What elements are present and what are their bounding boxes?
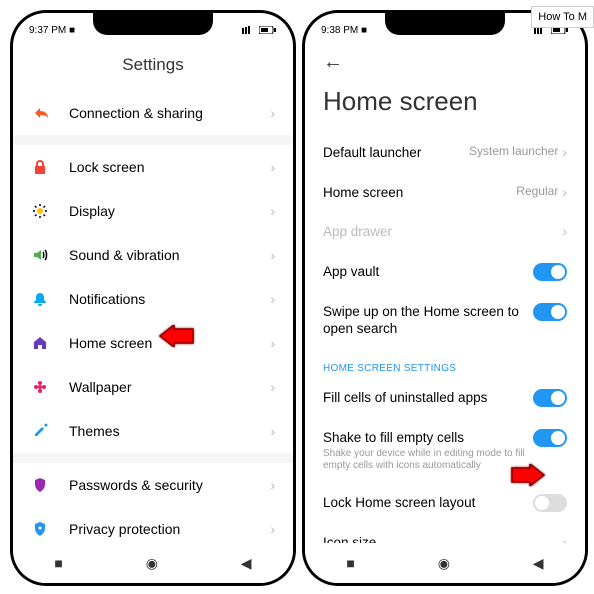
toggle[interactable] — [533, 263, 567, 281]
chevron-icon: › — [270, 335, 275, 351]
settings-row[interactable]: App vault — [305, 252, 585, 292]
row-label: Shake to fill empty cellsShake your devi… — [323, 429, 525, 473]
home-icon — [31, 334, 49, 352]
row-label: Wallpaper — [69, 379, 270, 395]
row-label: Home screen — [323, 184, 516, 202]
chevron-icon: › — [562, 184, 567, 200]
row-subtitle: Shake your device while in editing mode … — [323, 448, 525, 472]
chevron-icon: › — [270, 203, 275, 219]
row-value: Regular — [516, 184, 558, 198]
row-label: Default launcher — [323, 144, 469, 162]
privacy-icon — [31, 520, 49, 538]
notch — [385, 13, 505, 35]
settings-row-shield[interactable]: Passwords & security › — [13, 463, 293, 507]
settings-row-bell[interactable]: Notifications › — [13, 277, 293, 321]
share-icon — [31, 104, 49, 122]
settings-row[interactable]: Home screen Regular › — [305, 173, 585, 213]
settings-row-brush[interactable]: Themes › — [13, 409, 293, 453]
chevron-icon: › — [562, 144, 567, 160]
phone-left: 9:37 PM ■ Settings Connection & sharing … — [10, 10, 296, 586]
row-label: Notifications — [69, 291, 270, 307]
row-label: Lock screen — [69, 159, 270, 175]
chevron-icon: › — [270, 105, 275, 121]
sun-icon — [31, 202, 49, 220]
page-title: Home screen — [305, 80, 585, 133]
row-label: App drawer — [323, 223, 562, 241]
settings-row[interactable]: Fill cells of uninstalled apps — [305, 378, 585, 418]
brush-icon — [31, 422, 49, 440]
row-label: Lock Home screen layout — [323, 494, 525, 512]
chevron-icon: › — [562, 223, 567, 239]
nav-home[interactable]: ◉ — [146, 555, 158, 572]
chevron-icon: › — [270, 477, 275, 493]
settings-row[interactable]: Default launcher System launcher › — [305, 133, 585, 173]
settings-row[interactable]: Shake to fill empty cellsShake your devi… — [305, 418, 585, 484]
sound-icon — [31, 246, 49, 264]
flower-icon — [31, 378, 49, 396]
row-label: Sound & vibration — [69, 247, 270, 263]
toggle[interactable] — [533, 494, 567, 512]
toggle[interactable] — [533, 303, 567, 321]
toggle[interactable] — [533, 389, 567, 407]
overlay-badge: How To M — [531, 6, 594, 28]
row-label: Home screen — [69, 335, 270, 351]
row-label: Privacy protection — [69, 521, 270, 537]
chevron-icon: › — [270, 159, 275, 175]
settings-row-flower[interactable]: Wallpaper › — [13, 365, 293, 409]
row-label: Themes — [69, 423, 270, 439]
settings-row-lock[interactable]: Lock screen › — [13, 145, 293, 189]
chevron-icon: › — [270, 423, 275, 439]
nav-bar: ■ ◉ ◀ — [13, 543, 293, 583]
toggle[interactable] — [533, 429, 567, 447]
settings-row[interactable]: App drawer › — [305, 212, 585, 252]
page-title: Settings — [13, 41, 293, 91]
settings-row-sun[interactable]: Display › — [13, 189, 293, 233]
phone-right: 9:38 PM ■ ← Home screen Default launcher… — [302, 10, 588, 586]
row-label: Display — [69, 203, 270, 219]
row-label: Connection & sharing — [69, 105, 270, 121]
row-value: System launcher — [469, 144, 558, 158]
chevron-icon: › — [270, 247, 275, 263]
chevron-icon: › — [270, 379, 275, 395]
row-label: Swipe up on the Home screen to open sear… — [323, 303, 525, 338]
settings-row[interactable]: Lock Home screen layout — [305, 483, 585, 523]
row-label: Fill cells of uninstalled apps — [323, 389, 525, 407]
nav-recent[interactable]: ■ — [54, 555, 62, 571]
nav-back[interactable]: ◀ — [241, 555, 252, 572]
chevron-icon: › — [270, 521, 275, 537]
shield-icon — [31, 476, 49, 494]
lock-icon — [31, 158, 49, 176]
nav-recent[interactable]: ■ — [346, 555, 354, 571]
nav-bar: ■ ◉ ◀ — [305, 543, 585, 583]
row-label: App vault — [323, 263, 525, 281]
settings-row-sound[interactable]: Sound & vibration › — [13, 233, 293, 277]
settings-row-share[interactable]: Connection & sharing › — [13, 91, 293, 135]
nav-home[interactable]: ◉ — [438, 555, 450, 572]
chevron-icon: › — [270, 291, 275, 307]
settings-row[interactable]: Swipe up on the Home screen to open sear… — [305, 292, 585, 349]
notch — [93, 13, 213, 35]
nav-back[interactable]: ◀ — [533, 555, 544, 572]
back-button[interactable]: ← — [305, 41, 585, 80]
section-header: HOME SCREEN SETTINGS — [305, 349, 585, 378]
bell-icon — [31, 290, 49, 308]
row-label: Passwords & security — [69, 477, 270, 493]
settings-row-home[interactable]: Home screen › — [13, 321, 293, 365]
